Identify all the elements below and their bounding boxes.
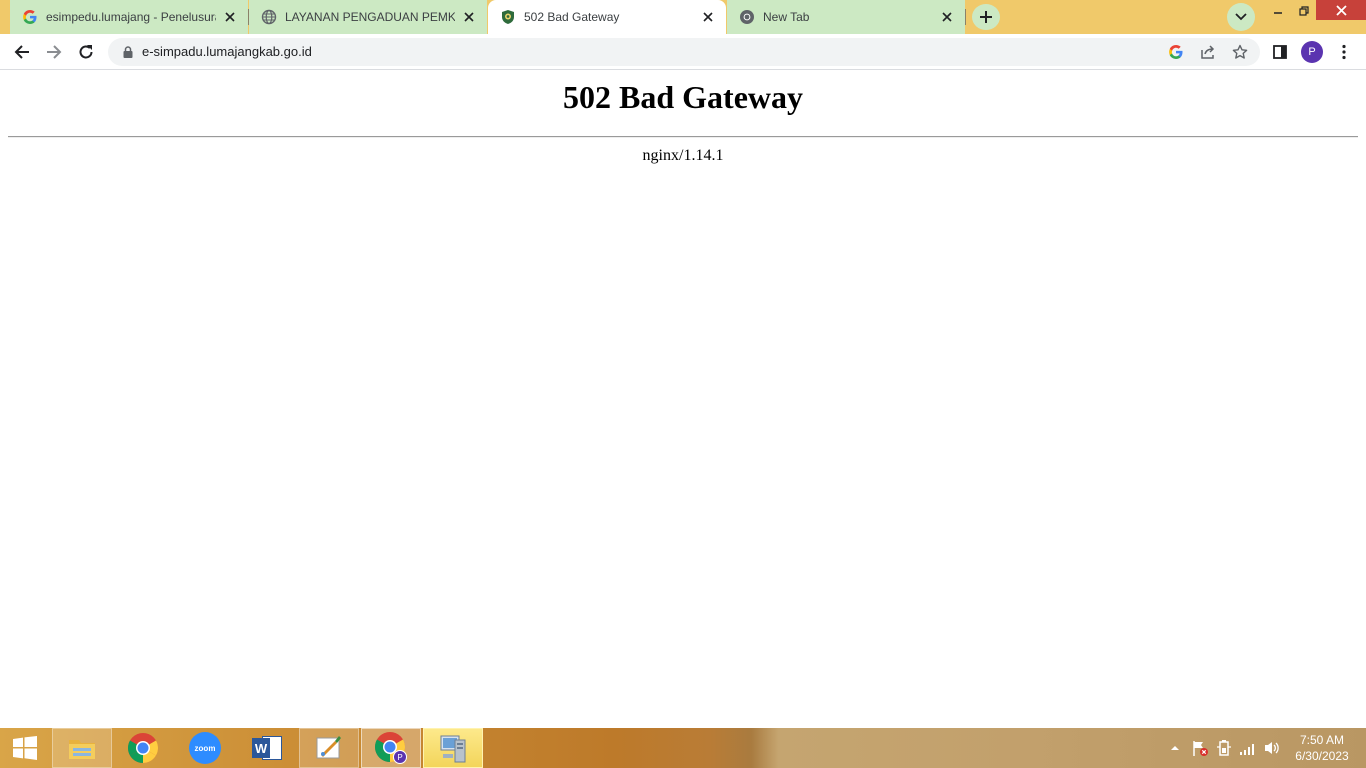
reload-icon (79, 45, 93, 59)
network-button[interactable] (1236, 728, 1260, 768)
server-signature: nginx/1.14.1 (642, 147, 724, 164)
chrome-profile-icon: P (374, 731, 408, 765)
side-panel-button[interactable] (1266, 38, 1294, 66)
menu-button[interactable] (1330, 38, 1358, 66)
profile-button[interactable]: P (1298, 38, 1326, 66)
taskbar-file-explorer[interactable] (52, 728, 112, 768)
taskbar-word[interactable]: W (237, 728, 297, 768)
zoom-icon: zoom (189, 732, 221, 764)
power-button[interactable] (1212, 728, 1236, 768)
google-g-icon (22, 9, 38, 25)
tab-502-bad-gateway[interactable]: 502 Bad Gateway (488, 0, 726, 34)
volume-button[interactable] (1260, 728, 1284, 768)
start-button[interactable] (0, 728, 50, 768)
lock-icon[interactable] (120, 44, 136, 60)
globe-icon (261, 9, 277, 25)
kebab-menu-icon (1342, 44, 1346, 60)
divider (8, 136, 1358, 138)
signal-bars-icon (1240, 744, 1254, 755)
taskbar-chrome[interactable] (113, 728, 173, 768)
page-content: 502 Bad Gateway nginx/1.14.1 (0, 71, 1366, 728)
paint-icon (316, 736, 341, 759)
side-panel-icon (1273, 45, 1287, 59)
taskbar: zoom W P 7:50 AM 6/30/2023 (0, 728, 1366, 768)
close-tab-icon[interactable] (700, 9, 716, 25)
minimize-button[interactable] (1266, 0, 1290, 22)
arrow-left-icon (14, 45, 29, 59)
close-icon (1335, 4, 1347, 16)
tab-strip: esimpedu.lumajang - Penelusuran LAYANAN … (0, 0, 1366, 34)
crest-icon (500, 9, 516, 25)
plus-icon (980, 11, 992, 23)
close-tab-icon[interactable] (222, 9, 238, 25)
share-icon[interactable] (1198, 42, 1218, 62)
close-window-button[interactable] (1316, 0, 1366, 20)
clock-time: 7:50 AM (1299, 733, 1345, 747)
reload-button[interactable] (72, 38, 100, 66)
avatar: P (1301, 41, 1323, 63)
close-tab-icon[interactable] (461, 9, 477, 25)
clock-date: 6/30/2023 (1295, 749, 1349, 763)
restore-icon (1299, 6, 1309, 16)
tab-title: New Tab (763, 10, 810, 24)
restore-button[interactable] (1292, 0, 1316, 22)
close-tab-icon[interactable] (939, 9, 955, 25)
chevron-up-icon (1171, 746, 1179, 750)
taskbar-paint[interactable] (299, 728, 359, 768)
flag-error-icon (1193, 741, 1208, 756)
tab-new-tab[interactable]: New Tab (727, 0, 965, 34)
tab-title: 502 Bad Gateway (524, 10, 620, 24)
arrow-right-icon (47, 45, 62, 59)
url-text[interactable]: e-simpadu.lumajangkab.go.id (142, 38, 312, 66)
tab-search-button[interactable] (1227, 3, 1255, 31)
address-bar[interactable]: e-simpadu.lumajangkab.go.id (108, 38, 1260, 66)
windows-logo-icon (13, 736, 37, 760)
tab-separator (965, 9, 966, 25)
tab-google-search[interactable]: esimpedu.lumajang - Penelusuran (10, 0, 248, 34)
error-heading: 502 Bad Gateway (563, 79, 803, 115)
google-lens-icon[interactable] (1166, 42, 1186, 62)
speaker-icon (1265, 742, 1279, 754)
minimize-icon (1274, 12, 1282, 14)
taskbar-zoom[interactable]: zoom (175, 728, 235, 768)
network-computer-icon (440, 735, 466, 763)
new-tab-button[interactable] (972, 4, 1000, 30)
chrome-icon (127, 733, 159, 763)
browser-toolbar: e-simpadu.lumajangkab.go.id P (0, 34, 1366, 70)
tab-layanan-pengaduan[interactable]: LAYANAN PENGADUAN PEMKAB LUMAJANG (249, 0, 487, 34)
chrome-icon (739, 9, 755, 25)
word-icon: W (252, 734, 282, 762)
forward-button[interactable] (40, 38, 68, 66)
clock[interactable]: 7:50 AM 6/30/2023 (1286, 732, 1358, 764)
file-explorer-icon (69, 740, 95, 759)
taskbar-network-computer[interactable] (423, 728, 483, 768)
bookmark-star-icon[interactable] (1230, 42, 1250, 62)
tab-title: esimpedu.lumajang - Penelusuran (46, 10, 216, 24)
taskbar-chrome-profile[interactable]: P (361, 728, 421, 768)
battery-plug-icon (1217, 740, 1231, 756)
show-hidden-icons-button[interactable] (1166, 728, 1184, 768)
tab-title: LAYANAN PENGADUAN PEMKAB LUMAJANG (285, 10, 455, 24)
action-center-flag[interactable] (1188, 728, 1212, 768)
back-button[interactable] (8, 38, 36, 66)
chevron-down-icon (1235, 13, 1247, 21)
